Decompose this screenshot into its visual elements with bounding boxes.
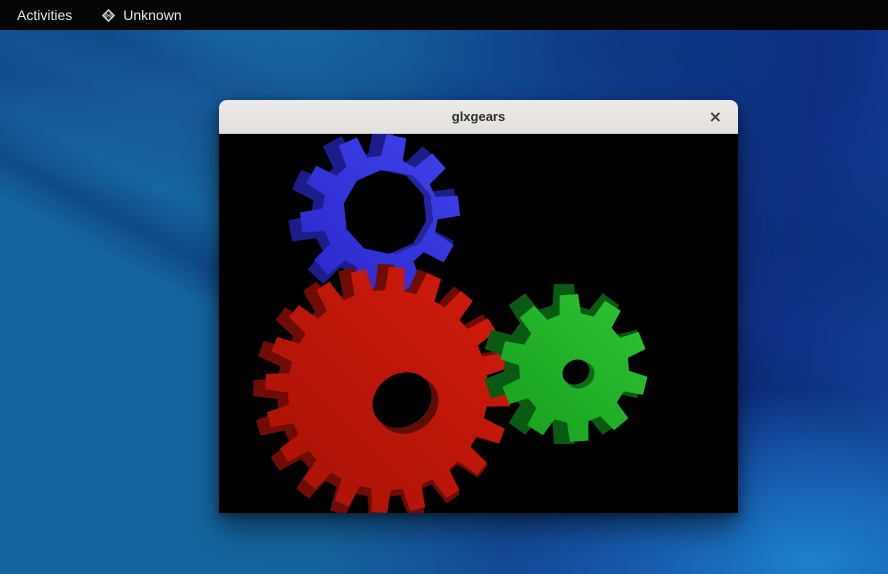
top-bar: Activities Unknown xyxy=(0,0,888,30)
desktop-wallpaper: Activities Unknown glxgears × xyxy=(0,0,888,574)
unknown-app-icon xyxy=(101,8,116,23)
red-gear xyxy=(253,264,511,513)
green-gear xyxy=(485,284,648,444)
blue-gear xyxy=(288,134,460,300)
close-button[interactable]: × xyxy=(706,100,725,133)
window-titlebar[interactable]: glxgears × xyxy=(219,100,738,134)
app-menu-label: Unknown xyxy=(123,7,181,23)
gl-viewport xyxy=(219,134,738,513)
window-title: glxgears xyxy=(452,109,505,124)
glxgears-window: glxgears × xyxy=(219,100,738,513)
activities-button[interactable]: Activities xyxy=(0,0,89,30)
gears-canvas xyxy=(219,134,738,513)
app-menu[interactable]: Unknown xyxy=(89,0,193,30)
